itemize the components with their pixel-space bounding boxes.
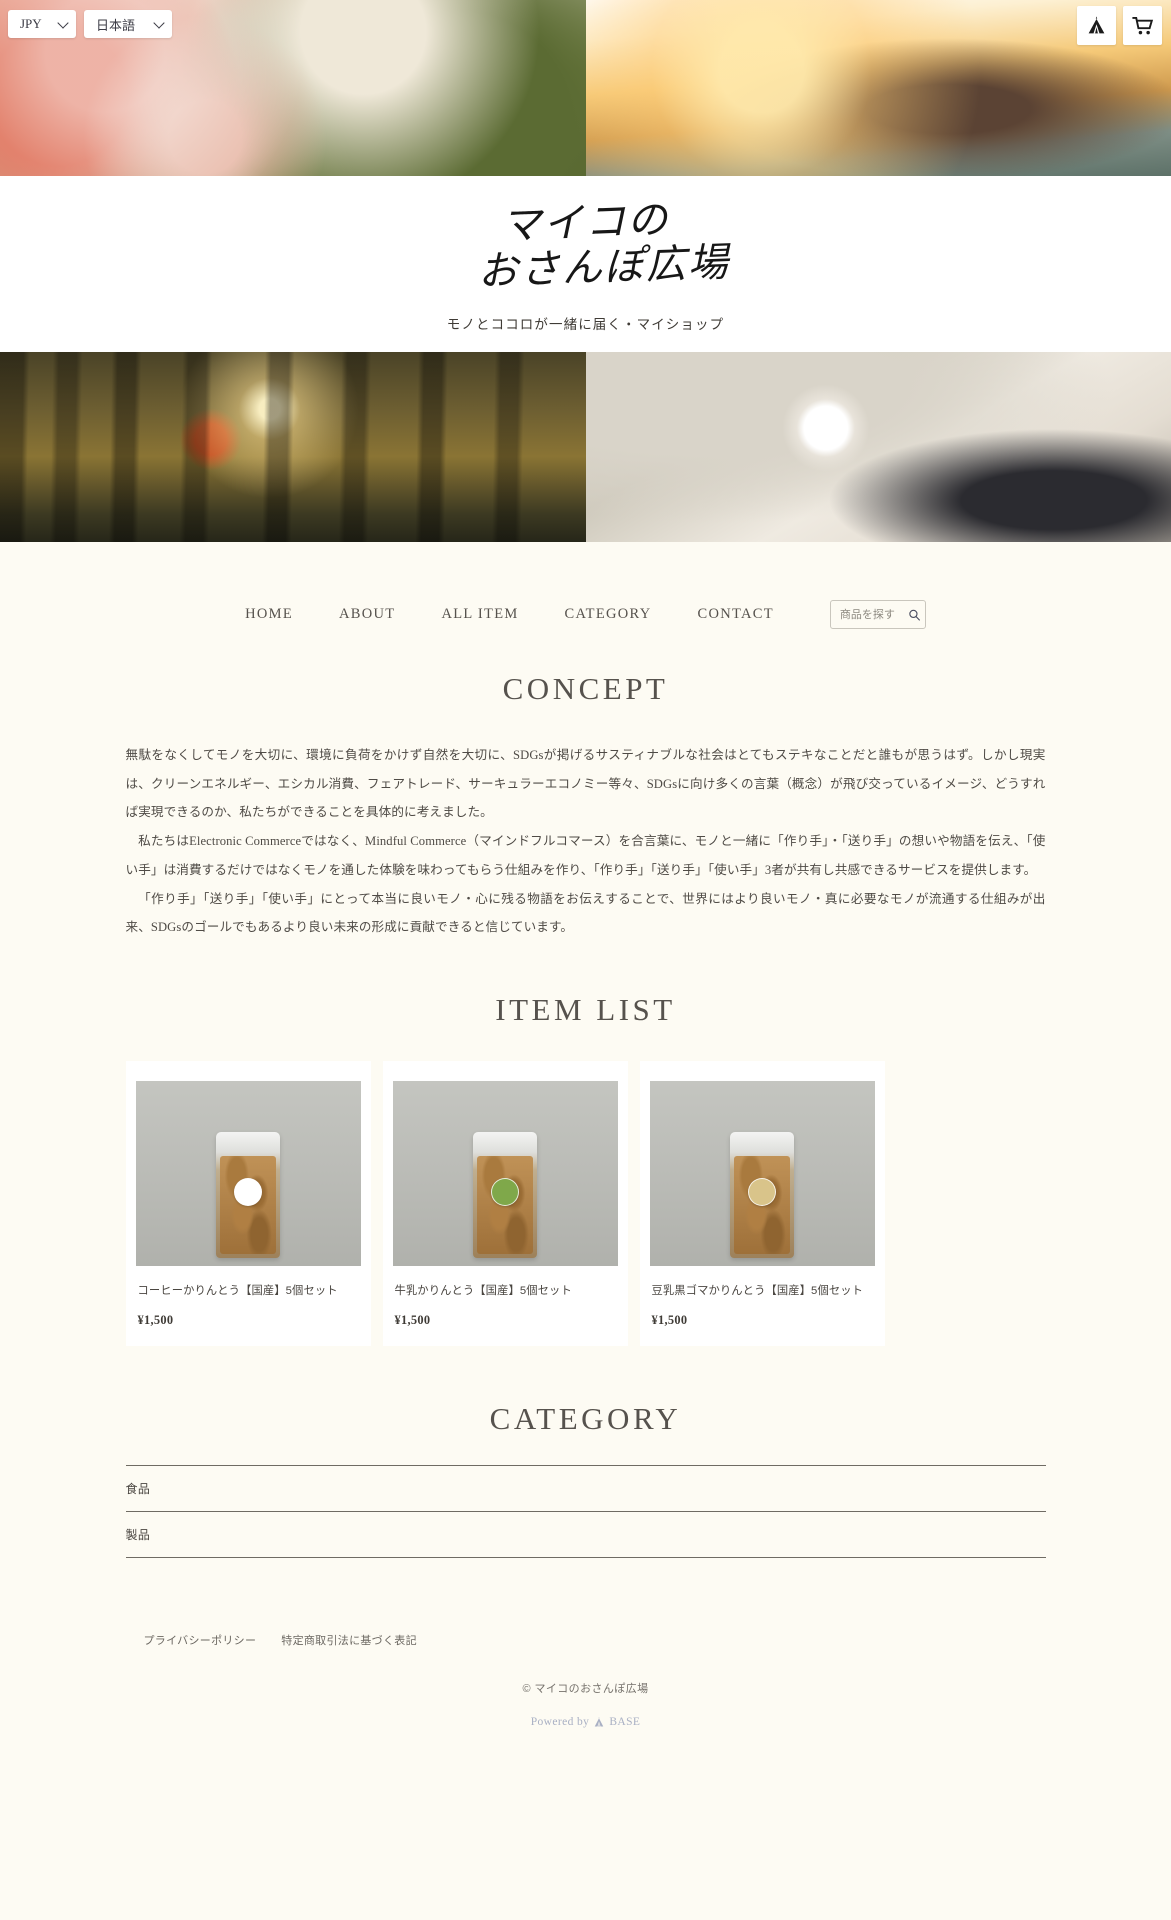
site-footer: プライバシーポリシー 特定商取引法に基づく表記 © マイコのおさんぽ広場 Pow… [126, 1558, 1046, 1768]
main-navigation: HOME ABOUT ALL ITEM CATEGORY CONTACT [126, 586, 1046, 629]
item-price: ¥1,500 [651, 1312, 688, 1327]
product-bag-graphic [473, 1131, 537, 1258]
concept-paragraph-2: 私たちはElectronic Commerceではなく、Mindful Comm… [125, 834, 1046, 877]
product-label-sticker [491, 1177, 519, 1206]
hero-top-strip: JPY 日本語 [0, 0, 1171, 176]
item-card[interactable]: コーヒーかりんとう【国産】5個セット ¥1,500 [125, 1060, 371, 1346]
category-item-food[interactable]: 食品 [125, 1466, 1046, 1512]
chevron-down-icon [153, 17, 165, 29]
language-selector[interactable]: 日本語 [84, 10, 172, 38]
item-name: コーヒーかりんとう【国産】5個セット [137, 1284, 338, 1297]
product-bag-graphic [730, 1131, 794, 1258]
search-submit-button[interactable] [908, 608, 921, 621]
concept-paragraph-3: 「作り手」「送り手」「使い手」にとって本当に良いモノ・心に残る物語をお伝えするこ… [125, 891, 1046, 935]
item-price: ¥1,500 [394, 1312, 431, 1327]
cart-button[interactable] [1123, 6, 1162, 45]
shop-home-button[interactable] [1077, 6, 1116, 45]
powered-by-text: Powered by [530, 1715, 590, 1728]
site-logo-band: マイコの おさんぽ広場 モノとココロが一緒に届く・マイショップ [0, 176, 1171, 352]
hero-image-forest [0, 352, 586, 542]
item-thumbnail [135, 1080, 361, 1266]
item-price: ¥1,500 [137, 1312, 174, 1327]
nav-item-contact[interactable]: CONTACT [697, 606, 773, 623]
nav-item-about[interactable]: ABOUT [339, 606, 395, 623]
item-card[interactable]: 牛乳かりんとう【国産】5個セット ¥1,500 [382, 1060, 628, 1346]
item-thumbnail [649, 1080, 875, 1266]
base-tent-icon [593, 1716, 605, 1728]
main-content: HOME ABOUT ALL ITEM CATEGORY CONTACT CON… [0, 542, 1171, 1768]
language-value: 日本語 [96, 17, 136, 33]
item-thumbnail [392, 1080, 618, 1266]
hero-bottom-strip [0, 352, 1171, 542]
category-list: 食品 製品 [125, 1464, 1046, 1558]
nav-item-category[interactable]: CATEGORY [565, 606, 652, 623]
logo-line-2: おさんぽ広場 [476, 239, 731, 296]
nav-item-all-item[interactable]: ALL ITEM [441, 606, 518, 623]
category-item-product[interactable]: 製品 [125, 1512, 1046, 1558]
base-brand-text: BASE [609, 1715, 641, 1728]
product-label-sticker [234, 1177, 262, 1206]
concept-heading: CONCEPT [502, 671, 669, 706]
product-label-sticker [748, 1177, 776, 1206]
footer-copyright: © マイコのおさんぽ広場 [522, 1682, 649, 1695]
footer-links: プライバシーポリシー 特定商取引法に基づく表記 [126, 1632, 1046, 1648]
item-card[interactable]: 豆乳黒ゴマかりんとう【国産】5個セット ¥1,500 [639, 1060, 885, 1346]
item-list-heading: ITEM LIST [495, 991, 676, 1027]
search-box [829, 600, 926, 629]
concept-body: 無駄をなくしてモノを大切に、環境に負荷をかけず自然を大切に、SDGsが掲げるサス… [126, 741, 1046, 942]
item-name: 牛乳かりんとう【国産】5個セット [394, 1284, 572, 1297]
shopping-cart-icon [1131, 16, 1153, 34]
base-tent-icon [1088, 16, 1105, 34]
hero-image-coffee-book [586, 352, 1171, 542]
currency-selector[interactable]: JPY [8, 10, 76, 38]
site-tagline: モノとココロが一緒に届く・マイショップ [446, 316, 725, 332]
footer-powered-by: Powered by BASE [126, 1716, 1046, 1728]
footer-link-privacy-policy[interactable]: プライバシーポリシー [144, 1632, 257, 1648]
nav-item-home[interactable]: HOME [245, 606, 293, 623]
top-actions [1077, 6, 1162, 45]
concept-paragraph-1: 無駄をなくしてモノを大切に、環境に負荷をかけず自然を大切に、SDGsが掲げるサス… [125, 748, 1046, 820]
item-grid: コーヒーかりんとう【国産】5個セット ¥1,500 牛乳かりんとう【国産】5個セ… [125, 1060, 1046, 1346]
product-bag-graphic [216, 1131, 280, 1258]
chevron-down-icon [57, 17, 69, 29]
category-heading: CATEGORY [489, 1400, 682, 1436]
item-name: 豆乳黒ゴマかりんとう【国産】5個セット [651, 1284, 864, 1297]
footer-link-legal-notice[interactable]: 特定商取引法に基づく表記 [281, 1632, 417, 1648]
currency-value: JPY [20, 16, 42, 31]
search-icon [909, 609, 920, 621]
top-controls: JPY 日本語 [8, 10, 172, 38]
site-logo[interactable]: マイコの おさんぽ広場 [441, 196, 731, 297]
